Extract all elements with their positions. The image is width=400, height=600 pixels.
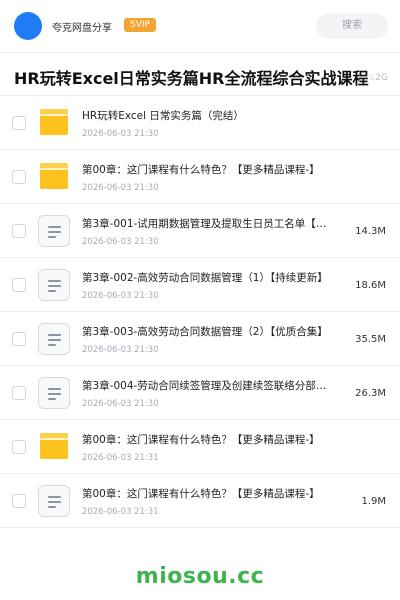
file-date: 2026-06-03 21:30 — [82, 129, 159, 139]
file-size: 18.6M — [355, 280, 386, 291]
top-bar: 夸克网盘分享 SVIP 搜索 — [0, 0, 400, 52]
page-title: HR玩转Excel日常实务篇HR全流程综合实战课程 — [14, 65, 371, 89]
folder-icon — [40, 433, 68, 459]
file-row[interactable]: 第3章-001-试用期数据管理及提取生日员工名单【持续更新】 2026-06-03… — [0, 204, 400, 258]
document-icon — [38, 377, 70, 409]
uploader-name: 夸克网盘分享 — [52, 23, 112, 34]
file-date: 2026-06-03 21:31 — [82, 453, 159, 463]
folder-icon — [40, 163, 68, 189]
document-icon — [38, 269, 70, 301]
file-size: 1.9M — [361, 496, 386, 507]
file-list: HR玩转Excel 日常实务篇（完结） 2026-06-03 21:30 第00章：… — [0, 96, 400, 528]
watermark-brand: miosou.cc — [135, 564, 265, 589]
row-checkbox[interactable] — [12, 278, 26, 292]
document-icon — [38, 215, 70, 247]
document-icon — [38, 323, 70, 355]
file-date: 2026-06-03 21:30 — [82, 291, 159, 301]
file-size: 35.5M — [355, 334, 386, 345]
svip-badge: SVIP — [124, 18, 156, 32]
row-checkbox[interactable] — [12, 386, 26, 400]
file-row[interactable]: 第3章-004-劳动合同续签管理及创建续签联络分部【持续更新】 2026-06-0… — [0, 366, 400, 420]
file-name[interactable]: HR玩转Excel 日常实务篇（完结） — [82, 108, 336, 123]
file-name[interactable]: 第00章：这门课程有什么特色？【更多精品课程-】 — [82, 162, 336, 177]
file-name[interactable]: 第3章-003-高效劳动合同数据管理（2）【优质合集】 — [82, 324, 336, 339]
file-row[interactable]: 第3章-003-高效劳动合同数据管理（2）【优质合集】 2026-06-03 21… — [0, 312, 400, 366]
file-name[interactable]: 第3章-001-试用期数据管理及提取生日员工名单【持续更新】 — [82, 216, 336, 231]
file-row[interactable]: 第00章：这门课程有什么特色？【更多精品课程-】 2026-06-03 21:31… — [0, 474, 400, 528]
folder-icon — [40, 109, 68, 135]
row-checkbox[interactable] — [12, 116, 26, 130]
file-date: 2026-06-03 21:30 — [82, 183, 159, 193]
search-button[interactable]: 搜索 — [316, 13, 388, 39]
file-size: 26.3M — [355, 388, 386, 399]
row-checkbox[interactable] — [12, 170, 26, 184]
file-date: 2026-06-03 21:30 — [82, 237, 159, 247]
file-row[interactable]: 第00章：这门课程有什么特色？【更多精品课程-】 2026-06-03 21:31 — [0, 420, 400, 474]
file-name[interactable]: 第00章：这门课程有什么特色？【更多精品课程-】 — [82, 486, 336, 501]
file-row[interactable]: 第3章-002-高效劳动合同数据管理（1）【持续更新】 2026-06-03 21… — [0, 258, 400, 312]
file-date: 2026-06-03 21:30 — [82, 399, 159, 409]
document-icon — [38, 485, 70, 517]
share-title-row: 56 项 · 3.2G HR玩转Excel日常实务篇HR全流程综合实战课程 — [0, 52, 400, 96]
file-row[interactable]: HR玩转Excel 日常实务篇（完结） 2026-06-03 21:30 — [0, 96, 400, 150]
row-checkbox[interactable] — [12, 332, 26, 346]
file-name[interactable]: 第00章：这门课程有什么特色？【更多精品课程-】 — [82, 432, 336, 447]
file-name[interactable]: 第3章-004-劳动合同续签管理及创建续签联络分部【持续更新】 — [82, 378, 336, 393]
file-size: 14.3M — [355, 226, 386, 237]
row-checkbox[interactable] — [12, 224, 26, 238]
row-checkbox[interactable] — [12, 494, 26, 508]
file-date: 2026-06-03 21:30 — [82, 345, 159, 355]
file-name[interactable]: 第3章-002-高效劳动合同数据管理（1）【持续更新】 — [82, 270, 336, 285]
file-row[interactable]: 第00章：这门课程有什么特色？【更多精品课程-】 2026-06-03 21:30 — [0, 150, 400, 204]
row-checkbox[interactable] — [12, 440, 26, 454]
file-date: 2026-06-03 21:31 — [82, 507, 159, 517]
avatar[interactable] — [14, 12, 42, 40]
